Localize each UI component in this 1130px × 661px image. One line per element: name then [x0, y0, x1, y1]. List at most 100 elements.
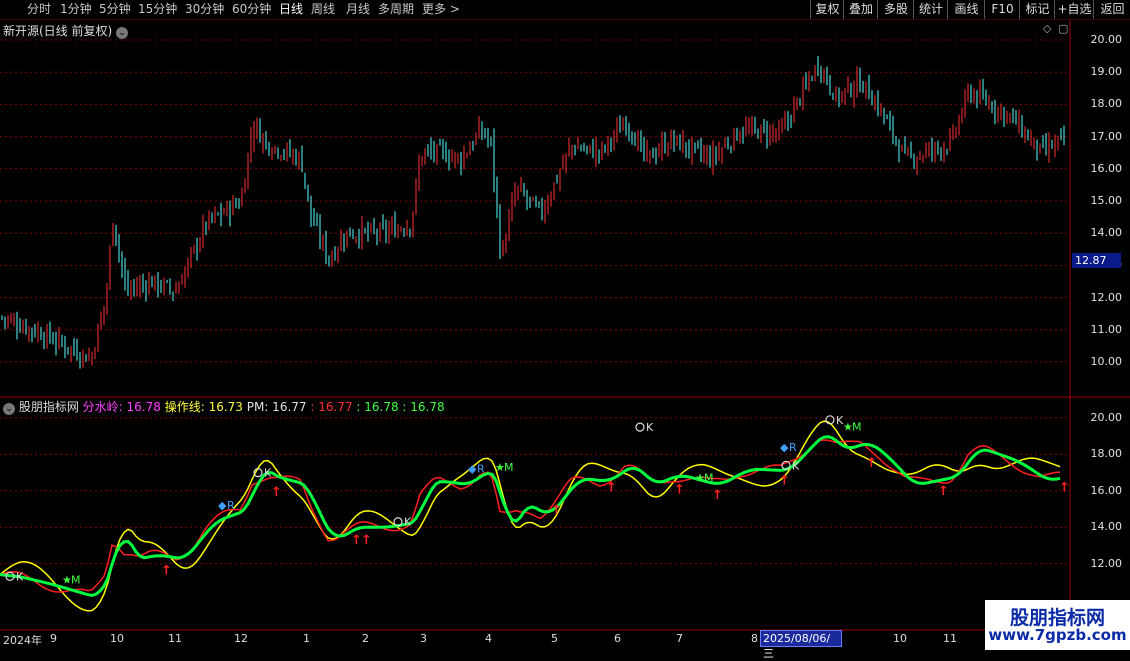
window-icon[interactable]: ▢	[1058, 22, 1068, 35]
x-axis-label: 10	[893, 632, 907, 645]
main-price-label: 19.00	[1090, 65, 1123, 79]
r-marker-label: R	[789, 441, 797, 454]
buy-arrow-icon: ↑	[606, 480, 617, 495]
diamond-icon[interactable]: ◇	[1043, 22, 1051, 35]
period-tab-2[interactable]: 5分钟	[99, 1, 131, 18]
k-marker-label: K	[16, 570, 24, 583]
buy-arrow-icon: ↑	[674, 483, 685, 498]
period-tab-5[interactable]: 60分钟	[232, 1, 271, 18]
main-price-label: 17.00	[1090, 129, 1123, 143]
period-tab-7[interactable]: 周线	[311, 1, 335, 18]
main-price-label: 18.00	[1090, 97, 1123, 111]
selected-date: 2025/08/06/三	[760, 630, 842, 660]
main-price-label: 14.00	[1090, 226, 1123, 240]
period-tab-3[interactable]: 15分钟	[138, 1, 177, 18]
toolbar-button-5[interactable]: F10	[984, 0, 1020, 19]
x-axis-label: 11	[168, 632, 182, 645]
indicator-price-label: 20.00	[1090, 411, 1123, 424]
toolbar-button-7[interactable]: +自选	[1054, 0, 1094, 19]
period-tab-10[interactable]: 更多 >	[422, 1, 460, 18]
x-axis-label: 11	[943, 632, 957, 645]
period-tab-4[interactable]: 30分钟	[185, 1, 224, 18]
main-price-label: 16.00	[1090, 161, 1123, 175]
period-tab-6[interactable]: 日线	[279, 1, 303, 18]
toolbar-button-8[interactable]: 返回	[1093, 0, 1130, 19]
watermark-url: www.7gpzb.com	[988, 626, 1127, 644]
buy-arrow-icon: ↑	[361, 533, 372, 548]
x-axis-label: 2024年	[3, 634, 42, 647]
k-marker-label: K	[792, 459, 800, 472]
buy-arrow-icon: ↑	[161, 564, 172, 579]
x-axis-label: 5	[551, 632, 558, 645]
chevron-down-icon[interactable]: ⌄	[3, 403, 15, 415]
period-tab-1[interactable]: 1分钟	[60, 1, 92, 18]
x-axis-label: 12	[234, 632, 248, 645]
x-axis-label: 3	[420, 632, 427, 645]
k-marker-icon	[635, 422, 645, 432]
r-marker-icon: ◆	[780, 441, 789, 454]
main-price-label: 15.00	[1090, 194, 1123, 207]
period-tab-8[interactable]: 月线	[346, 1, 370, 18]
period-toolbar: 分时 1分钟 5分钟 15分钟 30分钟 60分钟 日线 周线 月线 多周期 更多 > 复权 叠加 多股统…	[0, 0, 1130, 20]
x-axis-label: 6	[614, 632, 621, 645]
chart-canvas[interactable]: KKKKKK↑↑↑ ↑↑↑ ↑ ↑↑↑↑ ↑◆ R◆ R◆ R★ M★ M★ M★ M	[0, 0, 1130, 650]
m-marker-label: M	[704, 472, 714, 485]
period-tab-9[interactable]: 多周期	[378, 1, 414, 18]
current-price-badge: 12.87	[1072, 253, 1121, 268]
indicator-price-label: 12.00	[1090, 556, 1123, 570]
toolbar-button-2[interactable]: 多股	[877, 0, 914, 19]
toolbar-button-6[interactable]: 标记	[1019, 0, 1055, 19]
indicator-name: 股朋指标网	[18, 400, 79, 414]
buy-arrow-icon: ↑	[271, 485, 282, 500]
indicator-value: : 16.78	[352, 400, 399, 414]
toolbar-button-0[interactable]: 复权	[810, 0, 844, 19]
buy-arrow-icon: ↑	[938, 484, 949, 499]
red-line	[0, 439, 1061, 593]
period-tab-0[interactable]: 分时	[27, 1, 51, 18]
x-axis-label: 1	[303, 632, 310, 645]
k-marker-label: K	[404, 516, 412, 529]
buy-arrow-icon: ↑	[779, 473, 790, 488]
main-price-label: 12.00	[1090, 290, 1123, 304]
main-price-label: 10.00	[1090, 355, 1123, 368]
m-marker-label: M	[504, 461, 514, 474]
r-marker-label: R	[477, 463, 485, 476]
k-marker-label: K	[264, 467, 272, 480]
indicator-value: 操作线: 16.73	[160, 400, 243, 414]
indicator-value: : 16.78	[398, 400, 445, 414]
toolbar-button-4[interactable]: 画线	[947, 0, 985, 19]
r-marker-icon: ◆	[218, 499, 227, 512]
x-axis-label: 4	[485, 632, 492, 645]
buy-arrow-icon: ↑	[712, 488, 723, 503]
x-axis-label: 7	[676, 632, 683, 645]
indicator-price-label: 18.00	[1090, 447, 1123, 461]
k-marker-label: K	[646, 421, 654, 434]
m-marker-label: M	[71, 574, 81, 587]
buy-arrow-icon: ↑	[1059, 480, 1070, 495]
indicator-value: PM: 16.77	[242, 400, 307, 414]
chevron-down-icon[interactable]: ⌄	[116, 27, 129, 39]
x-axis-label: 2	[362, 632, 369, 645]
r-marker-label: R	[227, 499, 235, 512]
buy-arrow-icon: ↑	[866, 456, 877, 471]
stock-title: 新开源(日线 前复权) ⌄	[3, 22, 129, 39]
indicator-value: 分水岭: 16.78	[82, 400, 161, 414]
yellow-line	[0, 420, 1061, 612]
x-axis-label: 8	[751, 632, 758, 645]
x-axis-label: 9	[50, 632, 57, 645]
toolbar-button-3[interactable]: 统计	[913, 0, 948, 19]
main-price-label: 11.00	[1090, 322, 1123, 336]
watermark: 股朋指标网 www.7gpzb.com	[985, 600, 1130, 650]
green-line	[0, 435, 1061, 597]
indicator-value: : 16.77	[306, 400, 353, 414]
indicator-price-label: 14.00	[1090, 520, 1123, 534]
r-marker-icon: ◆	[468, 463, 477, 476]
indicator-header: ⌄ 股朋指标网 分水岭: 16.78 操作线: 16.73 PM: 16.77 …	[3, 398, 445, 415]
x-axis-label: 10	[110, 632, 124, 645]
m-marker-label: M	[852, 421, 862, 434]
indicator-price-label: 16.00	[1090, 483, 1123, 497]
indicator-values: 分水岭: 16.78 操作线: 16.73 PM: 16.77 : 16.77 …	[83, 400, 445, 414]
toolbar-button-1[interactable]: 叠加	[843, 0, 878, 19]
buy-arrow-icon: ↑	[551, 503, 562, 518]
main-price-label: 20.00	[1090, 33, 1123, 46]
